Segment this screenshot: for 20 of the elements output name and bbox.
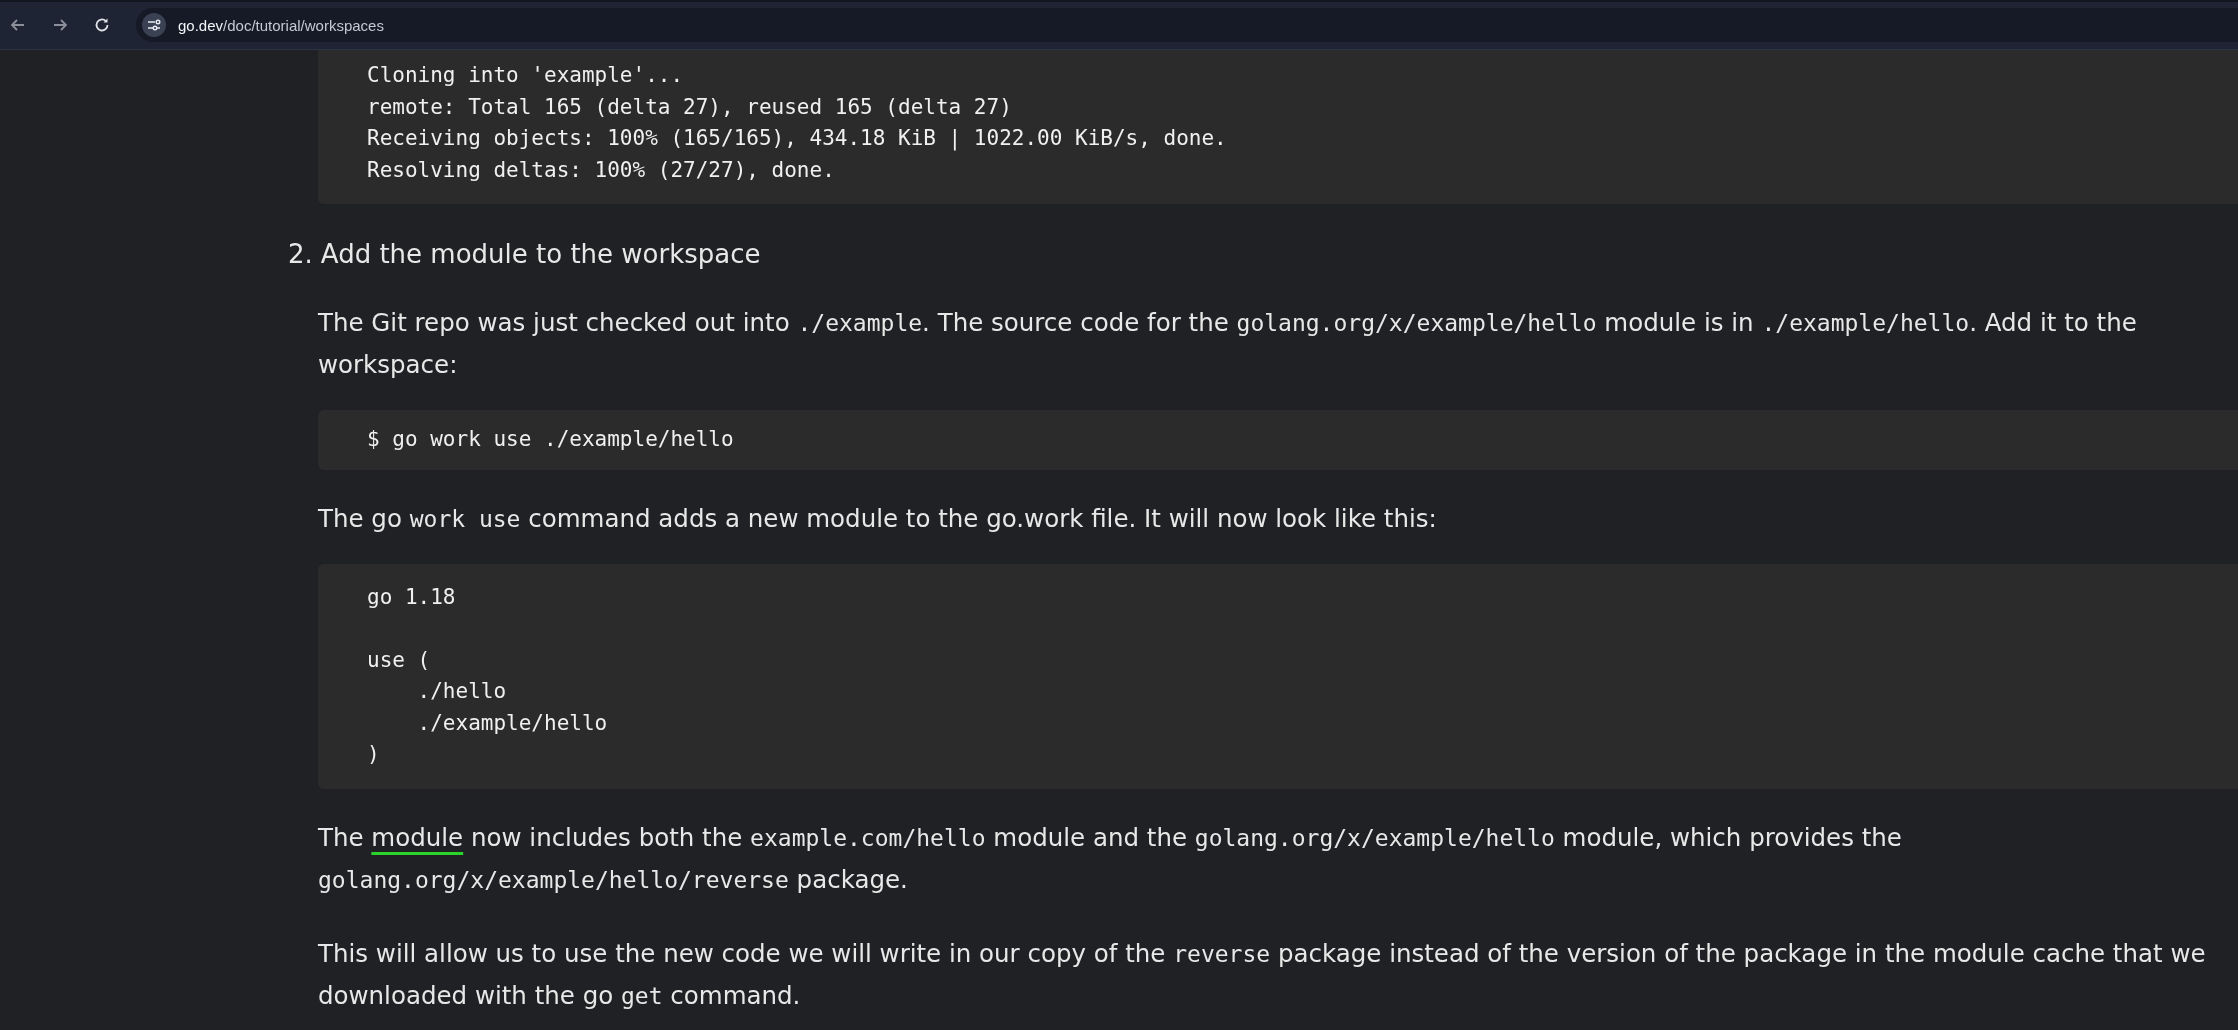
code-line: go 1.18 — [367, 583, 456, 611]
code-line: $ go work use ./example/hello — [367, 426, 734, 453]
code-line: Cloning into 'example'... — [367, 62, 684, 89]
list-number: 2. — [288, 238, 313, 271]
url-text: go.dev/doc/tutorial/workspaces — [178, 16, 384, 34]
site-settings-icon[interactable] — [142, 13, 166, 37]
code-line: remote: Total 165 (delta 27), reused 165 (delta 27) — [367, 93, 1012, 121]
code-line: ) — [367, 741, 380, 768]
paragraph: The module now includes both the example.com/hello module and the golang.org/x/example/hello module, which provides the golang.org/x/example/hello/reverse package. — [318, 821, 1903, 896]
address-bar[interactable]: go.dev/doc/tutorial/workspaces — [136, 8, 2238, 42]
code-line: Receiving objects: 100% (165/165), 434.18 KiB | 1022.00 KiB/s, done. — [367, 125, 1227, 153]
link[interactable]: module — [371, 822, 464, 852]
paragraph: The Git repo was just checked out into ./example. The source code for the golang.org/x/example/hello module is in ./example/hello. Add it to the workspace: — [318, 307, 2138, 381]
code-line: ./example/hello — [416, 709, 608, 737]
paragraph: This will allow us to use the new code we will write in our copy of the reverse package instead of the version of the package in the module cache that we downloaded with the go get command. — [318, 937, 2207, 1012]
step-heading: Add the module to the workspace — [320, 238, 761, 271]
code-line: use ( — [367, 646, 431, 674]
paragraph: The go work use command adds a new module to the go.work file. It will now look like this: — [318, 502, 1438, 535]
code-line: Resolving deltas: 100% (27/27), done. — [367, 156, 835, 184]
code-line: ./hello — [416, 678, 507, 705]
